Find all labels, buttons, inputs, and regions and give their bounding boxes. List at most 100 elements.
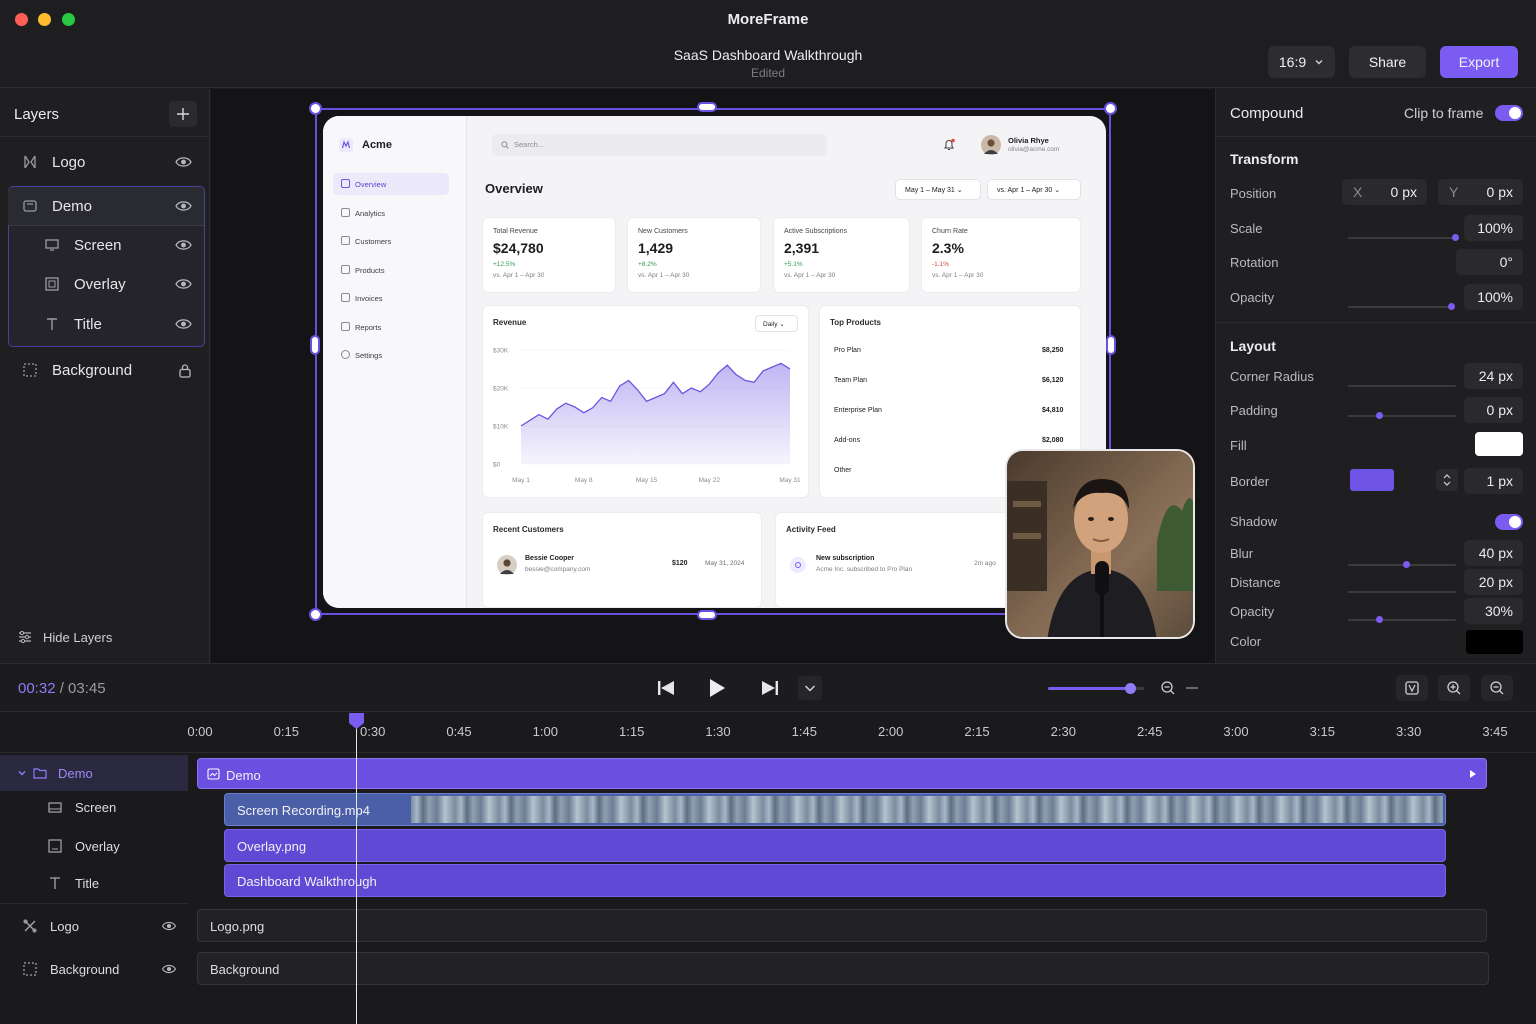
skip-back-icon[interactable] [656,680,676,696]
scale-field[interactable]: 100% [1464,215,1523,241]
layer-title[interactable]: Title [8,305,204,343]
eye-icon[interactable] [161,963,177,975]
opacity-field[interactable]: 100% [1464,284,1523,310]
track-header-title[interactable]: Title [0,865,188,901]
overlay-clip[interactable]: Overlay.png [224,829,1446,862]
blur-slider[interactable] [1348,561,1456,568]
eye-icon[interactable] [175,277,192,291]
slider-knob[interactable] [1452,234,1459,241]
resize-handle-bottom[interactable] [697,610,717,620]
granularity-select[interactable]: Daily ⌄ [755,315,798,332]
layers-title: Layers [14,106,60,123]
shadow-opacity-slider[interactable] [1348,616,1456,623]
chevron-down-icon[interactable] [17,768,27,778]
timeline[interactable]: 0:00 0:15 0:30 0:45 1:00 1:15 1:30 1:45 2:00 2:15… [0,711,1536,1024]
fill-color-swatch[interactable] [1475,432,1523,456]
playhead-handle[interactable] [348,712,365,730]
layer-screen[interactable]: Screen [8,226,204,264]
clip-to-frame-toggle[interactable] [1495,105,1523,121]
position-y-field[interactable]: Y 0 px [1438,179,1523,205]
dash-nav-invoices[interactable]: Invoices [333,287,449,309]
fit-timeline-button[interactable] [1396,675,1428,701]
position-x-field[interactable]: X 0 px [1342,179,1427,205]
share-button[interactable]: Share [1349,46,1426,78]
play-icon[interactable] [707,678,727,698]
padding-field[interactable]: 0 px [1464,397,1523,423]
aspect-ratio-dropdown[interactable]: 16:9 [1268,46,1335,78]
dash-nav-settings[interactable]: Settings [333,344,449,366]
dash-nav-analytics[interactable]: Analytics [333,202,449,224]
scale-slider[interactable] [1348,234,1459,241]
dash-nav-reports[interactable]: Reports [333,316,449,338]
lock-icon[interactable] [178,363,192,378]
compare-range-select[interactable]: vs. Apr 1 – Apr 30 ⌄ [987,179,1081,200]
dash-nav-overview[interactable]: Overview [333,173,449,195]
date-range-select[interactable]: May 1 – May 31 ⌄ [895,179,981,200]
timeline-ruler[interactable]: 0:00 0:15 0:30 0:45 1:00 1:15 1:30 1:45 2:00 2:15… [0,712,1536,752]
demo-clip[interactable]: Demo [197,758,1487,789]
eye-icon[interactable] [175,155,192,169]
padding-slider[interactable] [1348,412,1456,419]
dash-nav-products[interactable]: Products [333,259,449,281]
collapse-arrow-icon[interactable] [1468,769,1478,779]
opacity-slider[interactable] [1348,303,1455,310]
dash-search-input[interactable]: Search... [492,134,827,156]
corner-radius-slider[interactable] [1348,385,1456,387]
screen-recording-clip[interactable]: Screen Recording.mp4 [224,793,1446,826]
background-clip[interactable]: Background [197,952,1489,985]
logo-clip[interactable]: Logo.png [197,909,1487,942]
screen-preview[interactable]: Acme Overview Analytics Customers Produc… [323,116,1106,608]
layer-demo[interactable]: Demo [8,187,204,225]
timeline-zoom-slider[interactable] [1048,683,1144,694]
eye-icon[interactable] [161,920,177,932]
track-header-overlay[interactable]: Overlay [0,828,188,864]
avatar[interactable] [981,135,1001,155]
playback-options-button[interactable] [798,676,822,700]
revenue-title: Revenue [493,318,527,327]
resize-handle-top-right[interactable] [1104,102,1117,115]
webcam-overlay[interactable] [1005,449,1195,639]
resize-handle-bottom-left[interactable] [309,608,322,621]
dash-nav-customers[interactable]: Customers [333,230,449,252]
shadow-color-swatch[interactable] [1466,630,1523,654]
title-clip[interactable]: Dashboard Walkthrough [224,864,1446,897]
border-width-field[interactable]: 1 px [1464,468,1523,494]
skip-forward-icon[interactable] [760,680,780,696]
corner-radius-field[interactable]: 24 px [1464,363,1523,389]
shadow-opacity-field[interactable]: 30% [1464,598,1523,624]
distance-slider[interactable] [1348,591,1456,593]
resize-handle-top[interactable] [697,102,717,112]
layer-logo[interactable]: Logo [8,143,204,181]
eye-icon[interactable] [175,317,192,331]
slider-knob[interactable] [1403,561,1411,568]
border-color-swatch[interactable] [1350,469,1394,491]
slider-knob[interactable] [1448,303,1455,310]
dash-user-name: Olivia Rhye [1008,136,1049,145]
track-header-demo[interactable]: Demo [0,755,188,791]
zoom-out-icon[interactable] [1160,680,1176,696]
zoom-in-button[interactable] [1438,675,1470,701]
track-header-screen[interactable]: Screen [0,791,188,827]
shadow-toggle[interactable] [1495,514,1523,530]
slider-knob[interactable] [1376,616,1384,623]
add-layer-button[interactable] [169,101,197,127]
rotation-field[interactable]: 0° [1456,249,1523,275]
layer-background[interactable]: Background [8,351,204,389]
eye-icon[interactable] [175,199,192,213]
blur-field[interactable]: 40 px [1464,540,1523,566]
border-style-stepper[interactable] [1436,469,1458,491]
resize-handle-top-left[interactable] [309,102,322,115]
bell-icon[interactable] [943,138,955,152]
track-header-background[interactable]: Background [0,951,188,987]
hide-layers-button[interactable]: Hide Layers [18,630,168,648]
resize-handle-left[interactable] [310,335,320,355]
layer-overlay[interactable]: Overlay [8,265,204,303]
track-header-logo[interactable]: Logo [0,908,188,944]
slider-knob[interactable] [1376,412,1384,419]
distance-field[interactable]: 20 px [1464,569,1523,595]
zoom-out-button[interactable] [1481,675,1513,701]
resize-handle-right[interactable] [1106,335,1116,355]
eye-icon[interactable] [175,238,192,252]
zoom-knob[interactable] [1124,683,1136,694]
export-button[interactable]: Export [1440,46,1518,78]
